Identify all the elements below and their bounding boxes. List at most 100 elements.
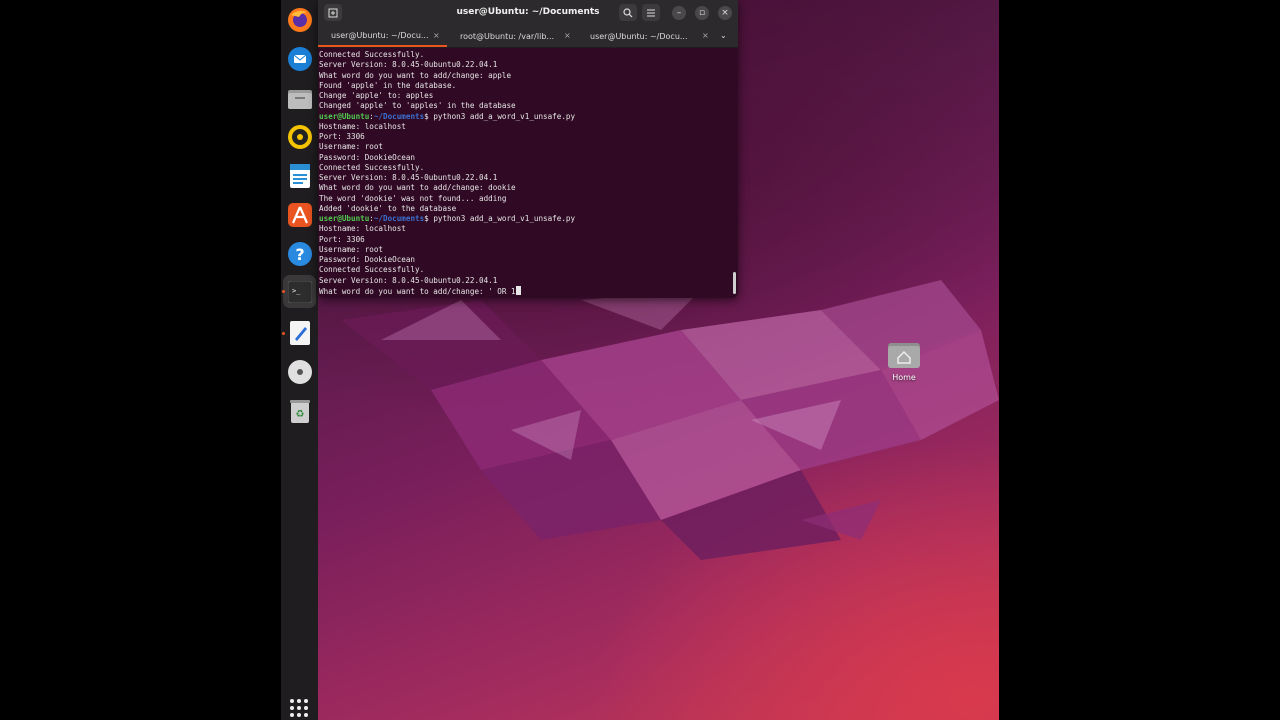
terminal-line-text: Connected Successfully. — [319, 162, 425, 172]
svg-text:?: ? — [295, 245, 304, 264]
titlebar[interactable]: user@Ubuntu: ~/Documents – ▫ × — [318, 0, 738, 25]
search-button[interactable] — [619, 4, 637, 21]
running-indicator — [282, 332, 285, 335]
terminal-line: Server Version: 8.0.45-0ubuntu0.22.04.1 — [319, 276, 729, 286]
writer-icon[interactable] — [286, 162, 313, 189]
terminal-line: Hostname: localhost — [319, 122, 729, 132]
terminal-line: Username: root — [319, 142, 729, 152]
svg-text:♻: ♻ — [295, 409, 304, 420]
prompt-path: ~/Documents — [373, 111, 425, 121]
terminal-line-text: What word do you want to add/change: app… — [319, 70, 512, 80]
terminal-line-text: Change 'apple' to: apples — [319, 91, 434, 100]
terminal-prompt-line: user@Ubuntu:~/Documents$ python3 add_a_w… — [319, 112, 729, 122]
running-indicator — [282, 290, 285, 293]
prompt-path: ~/Documents — [373, 214, 425, 223]
terminal-line-text: Connected Successfully. — [319, 265, 425, 275]
thunderbird-icon[interactable] — [286, 45, 313, 72]
terminal-line: Connected Successfully. — [319, 50, 729, 60]
tab-label: user@Ubuntu: ~/Docu... — [331, 30, 429, 40]
terminal-line: The word 'dookie' was not found... addin… — [319, 194, 729, 204]
terminal-line: Server Version: 8.0.45-0ubuntu0.22.04.1 — [319, 60, 729, 70]
prompt-user: user@Ubuntu — [319, 111, 370, 121]
home-folder-icon[interactable] — [888, 340, 920, 368]
terminal-prompt-line: user@Ubuntu:~/Documents$ python3 add_a_w… — [319, 214, 729, 224]
terminal-line: Password: DookieOcean — [319, 255, 729, 265]
rhythmbox-icon[interactable] — [286, 123, 313, 150]
prompt-user: user@Ubuntu — [319, 214, 370, 223]
terminal-line-text: Server Version: 8.0.45-0ubuntu0.22.04.1 — [319, 60, 498, 70]
terminal-line-text: Connected Successfully. — [319, 50, 425, 59]
svg-text:>_: >_ — [292, 287, 301, 295]
terminal-line-text: Server Version: 8.0.45-0ubuntu0.22.04.1 — [319, 275, 498, 285]
terminal-line: Server Version: 8.0.45-0ubuntu0.22.04.1 — [319, 173, 729, 183]
terminal-line: Connected Successfully. — [319, 265, 729, 275]
minimize-button[interactable]: – — [672, 6, 686, 20]
terminal-line: Change 'apple' to: apples — [319, 91, 729, 101]
dock: ? >_ ♻ — [281, 0, 318, 720]
tab-2[interactable]: root@Ubuntu: /var/lib... × — [447, 25, 576, 47]
terminal-line: What word do you want to add/change: doo… — [319, 183, 729, 193]
letterbox-right — [999, 0, 1280, 720]
maximize-icon: ▫ — [698, 7, 706, 18]
terminal-line-text: Found 'apple' in the database. — [319, 80, 457, 90]
tab-close-icon[interactable]: × — [564, 31, 571, 40]
terminal-line: Username: root — [319, 245, 729, 255]
terminal-line-text: Username: root — [319, 244, 384, 254]
terminal-line: Changed 'apple' to 'apples' in the datab… — [319, 101, 729, 111]
tab-3[interactable]: user@Ubuntu: ~/Docu... × — [576, 25, 716, 47]
letterbox-left — [0, 0, 281, 720]
terminal-line: What word do you want to add/change: app… — [319, 71, 729, 81]
search-icon — [623, 7, 633, 17]
terminal-line-text: The word 'dookie' was not found... addin… — [319, 193, 507, 203]
terminal-line: Added 'dookie' to the database — [319, 204, 729, 214]
terminal-icon[interactable]: >_ — [283, 275, 316, 308]
minimize-icon: – — [676, 7, 682, 18]
terminal-line-text: Password: DookieOcean — [319, 152, 416, 162]
terminal-line-text: Server Version: 8.0.45-0ubuntu0.22.04.1 — [319, 173, 498, 182]
terminal-line-text: Hostname: localhost — [319, 224, 406, 234]
terminal-line: Port: 3306 — [319, 235, 729, 245]
tab-bar: user@Ubuntu: ~/Docu... × root@Ubuntu: /v… — [318, 25, 738, 48]
terminal-line-text: Changed 'apple' to 'apples' in the datab… — [319, 101, 516, 111]
tab-close-icon[interactable]: × — [702, 31, 709, 40]
tab-label: user@Ubuntu: ~/Docu... — [590, 31, 688, 41]
text-editor-icon[interactable] — [286, 319, 313, 346]
dvd-icon[interactable] — [286, 358, 313, 385]
scrollbar[interactable] — [733, 272, 736, 294]
app-center-icon[interactable] — [286, 201, 313, 228]
terminal-line-text: Hostname: localhost — [319, 121, 406, 131]
terminal-line-text: Port: 3306 — [319, 132, 365, 141]
text-cursor — [515, 285, 521, 295]
prompt-command: $ python3 add_a_word_v1_unsafe.py — [424, 111, 576, 121]
terminal-output[interactable]: Connected Successfully. Server Version: 8… — [319, 50, 729, 296]
tab-1[interactable]: user@Ubuntu: ~/Docu... × — [318, 25, 447, 47]
terminal-line-text: What word do you want to add/change: ' O… — [319, 286, 516, 296]
trash-icon[interactable]: ♻ — [286, 397, 313, 424]
terminal-line: What word do you want to add/change: ' O… — [319, 285, 729, 297]
help-icon[interactable]: ? — [286, 240, 313, 267]
terminal-line: Port: 3306 — [319, 132, 729, 142]
terminal-line-text: Password: DookieOcean — [319, 255, 416, 264]
show-apps-icon[interactable] — [290, 699, 308, 717]
terminal-line: Connected Successfully. — [319, 163, 729, 173]
tab-close-icon[interactable]: × — [433, 31, 440, 40]
terminal-line-text: Added 'dookie' to the database — [319, 203, 457, 213]
terminal-line-text: What word do you want to add/change: doo… — [319, 183, 516, 193]
home-label[interactable]: Home — [880, 373, 928, 382]
terminal-line: Password: DookieOcean — [319, 153, 729, 163]
maximize-button[interactable]: ▫ — [695, 6, 709, 20]
files-icon[interactable] — [286, 85, 313, 112]
close-icon: × — [721, 7, 729, 18]
terminal-line-text: Username: root — [319, 142, 384, 152]
close-button[interactable]: × — [718, 6, 732, 20]
tabs-menu-chevron-down-icon[interactable]: ⌄ — [720, 31, 727, 40]
terminal-window[interactable]: user@Ubuntu: ~/Documents – ▫ × user@Ubun… — [318, 0, 738, 298]
terminal-line-text: Port: 3306 — [319, 234, 365, 244]
hamburger-icon — [647, 9, 655, 16]
terminal-line: Found 'apple' in the database. — [319, 81, 729, 91]
firefox-icon[interactable] — [286, 6, 313, 33]
menu-button[interactable] — [642, 4, 660, 21]
prompt-command: $ python3 add_a_word_v1_unsafe.py — [424, 214, 576, 223]
tab-label: root@Ubuntu: /var/lib... — [460, 31, 555, 41]
terminal-line: Hostname: localhost — [319, 224, 729, 234]
